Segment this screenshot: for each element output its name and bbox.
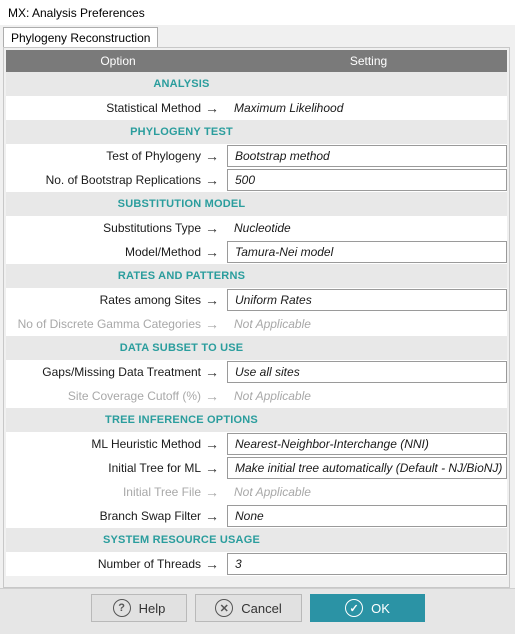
section-label: SUBSTITUTION MODEL xyxy=(117,198,246,210)
section-header: SUBSTITUTION MODEL xyxy=(6,192,507,216)
setting-value: Not Applicable xyxy=(234,485,311,499)
close-icon: ✕ xyxy=(215,599,234,617)
option-row: ML Heuristic Method → Nearest-Neighbor-Int… xyxy=(6,432,507,456)
column-header-option: Option xyxy=(100,54,136,68)
setting-field[interactable]: Make initial tree automatically (Default… xyxy=(227,457,507,479)
section-label: TREE INFERENCE OPTIONS xyxy=(105,414,258,426)
column-header-setting: Setting xyxy=(349,54,388,68)
option-row: Test of Phylogeny → Bootstrap method xyxy=(6,144,507,168)
section-header: PHYLOGENY TEST xyxy=(6,120,507,144)
arrow-right-icon: → xyxy=(205,292,219,308)
section-header: TREE INFERENCE OPTIONS xyxy=(6,408,507,432)
option-row: No of Discrete Gamma Categories → Not Appl… xyxy=(6,312,507,336)
ok-button-label: OK xyxy=(371,600,390,616)
option-row: Model/Method → Tamura-Nei model xyxy=(6,240,507,264)
arrow-right-icon: → xyxy=(205,316,219,332)
option-label: Rates among Sites xyxy=(99,293,201,307)
arrow-right-icon: → xyxy=(205,484,219,500)
option-label: Gaps/Missing Data Treatment xyxy=(42,365,201,379)
option-row: Substitutions Type → Nucleotide xyxy=(6,216,507,240)
ok-button[interactable]: ✓ OK xyxy=(310,594,425,622)
setting-value: Not Applicable xyxy=(234,317,311,331)
option-label: Statistical Method xyxy=(106,101,201,115)
option-label: No of Discrete Gamma Categories xyxy=(17,317,201,331)
option-label: Number of Threads xyxy=(97,557,201,571)
option-row: Number of Threads → 3 xyxy=(6,552,507,576)
section-header: RATES AND PATTERNS xyxy=(6,264,507,288)
tab-strip: Phylogeny Reconstruction xyxy=(0,25,515,47)
cancel-button[interactable]: ✕ Cancel xyxy=(195,594,302,622)
setting-field[interactable]: 3 xyxy=(227,553,507,575)
arrow-right-icon: → xyxy=(205,220,219,236)
setting-field[interactable]: Use all sites xyxy=(227,361,507,383)
option-row: No. of Bootstrap Replications → 500 xyxy=(6,168,507,192)
setting-field[interactable]: 500 xyxy=(227,169,507,191)
arrow-right-icon: → xyxy=(205,508,219,524)
dialog-footer: ? Help ✕ Cancel ✓ OK xyxy=(0,588,515,634)
setting-field[interactable]: Uniform Rates xyxy=(227,289,507,311)
option-label: Initial Tree File xyxy=(122,485,201,499)
section-header: ANALYSIS xyxy=(6,72,507,96)
section-label: ANALYSIS xyxy=(153,78,210,90)
option-row: Initial Tree File → Not Applicable xyxy=(6,480,507,504)
setting-value: Not Applicable xyxy=(234,389,311,403)
option-row: Site Coverage Cutoff (%) → Not Applicable xyxy=(6,384,507,408)
arrow-right-icon: → xyxy=(205,244,219,260)
option-row: Rates among Sites → Uniform Rates xyxy=(6,288,507,312)
arrow-right-icon: → xyxy=(205,364,219,380)
section-label: DATA SUBSET TO USE xyxy=(119,342,244,354)
analysis-preferences-window: MX: Analysis Preferences Phylogeny Recon… xyxy=(0,0,515,634)
option-label: ML Heuristic Method xyxy=(91,437,201,451)
setting-field[interactable]: None xyxy=(227,505,507,527)
option-label: Initial Tree for ML xyxy=(108,461,201,475)
option-label: Branch Swap Filter xyxy=(99,509,201,523)
arrow-right-icon: → xyxy=(205,172,219,188)
option-label: Substitutions Type xyxy=(103,221,201,235)
check-icon: ✓ xyxy=(345,599,364,617)
arrow-right-icon: → xyxy=(205,100,219,116)
arrow-right-icon: → xyxy=(205,388,219,404)
preferences-panel: Option Setting ANALYSIS Statistical Metho… xyxy=(3,47,510,588)
title-bar: MX: Analysis Preferences xyxy=(0,0,515,25)
section-header: DATA SUBSET TO USE xyxy=(6,336,507,360)
option-label: Site Coverage Cutoff (%) xyxy=(67,389,201,403)
option-row: Branch Swap Filter → None xyxy=(6,504,507,528)
option-label: Model/Method xyxy=(124,245,201,259)
section-label: PHYLOGENY TEST xyxy=(130,126,233,138)
help-icon: ? xyxy=(112,599,131,617)
arrow-right-icon: → xyxy=(205,148,219,164)
window-title: MX: Analysis Preferences xyxy=(8,5,145,20)
options-grid: Option Setting ANALYSIS Statistical Metho… xyxy=(6,50,507,576)
setting-field[interactable]: Tamura-Nei model xyxy=(227,241,507,263)
tab-phylogeny-reconstruction[interactable]: Phylogeny Reconstruction xyxy=(3,27,159,47)
setting-value: Nucleotide xyxy=(234,221,291,235)
option-row: Statistical Method → Maximum Likelihood xyxy=(6,96,507,120)
section-header: SYSTEM RESOURCE USAGE xyxy=(6,528,507,552)
setting-field[interactable]: Bootstrap method xyxy=(227,145,507,167)
section-label: SYSTEM RESOURCE USAGE xyxy=(102,534,260,546)
help-button-label: Help xyxy=(138,600,166,616)
cancel-button-label: Cancel xyxy=(241,600,282,616)
option-row: Gaps/Missing Data Treatment → Use all site… xyxy=(6,360,507,384)
setting-field[interactable]: Nearest-Neighbor-Interchange (NNI) xyxy=(227,433,507,455)
grid-header: Option Setting xyxy=(6,50,507,72)
setting-value: Maximum Likelihood xyxy=(234,101,344,115)
option-label: Test of Phylogeny xyxy=(106,149,201,163)
help-button[interactable]: ? Help xyxy=(91,594,187,622)
option-label: No. of Bootstrap Replications xyxy=(45,173,201,187)
section-label: RATES AND PATTERNS xyxy=(117,270,246,282)
option-row: Initial Tree for ML → Make initial tree au… xyxy=(6,456,507,480)
arrow-right-icon: → xyxy=(205,460,219,476)
arrow-right-icon: → xyxy=(205,436,219,452)
grid-rows: ANALYSIS Statistical Method → Maximum Likel… xyxy=(6,72,507,576)
arrow-right-icon: → xyxy=(205,556,219,572)
